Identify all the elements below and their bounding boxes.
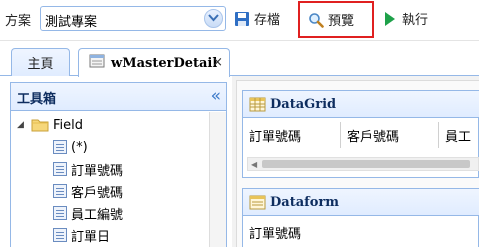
folder-icon (31, 118, 49, 132)
datagrid-title: DataGrid (270, 96, 337, 112)
tree-item[interactable]: 訂單日 (53, 224, 110, 246)
toolbox-title: 工具箱 (17, 92, 57, 107)
tree-root-label: Field (53, 117, 84, 133)
datagrid-header: DataGrid (243, 91, 479, 118)
tree-item[interactable]: (*) (53, 136, 88, 158)
datagrid-component[interactable]: DataGrid 訂單號碼 客戶號碼 員工 ◀ (242, 90, 479, 178)
tab-bar (0, 41, 479, 76)
tree-item-label: (*) (71, 139, 88, 155)
field-item-icon (53, 184, 67, 198)
double-chevron-left-icon[interactable]: « (211, 86, 222, 106)
tree-item[interactable]: 客戶號碼 (53, 180, 123, 202)
scheme-select[interactable]: 測試專案 (40, 6, 226, 31)
grid-column-header[interactable]: 員工 (439, 122, 479, 148)
top-toolbar: 方案 測試專案 存檔 預覽 執行 (0, 0, 479, 40)
scheme-select-value: 測試專案 (45, 15, 98, 30)
preview-button[interactable]: 預覽 (298, 1, 374, 38)
preview-label: 預覽 (328, 14, 355, 29)
scroll-thumb[interactable] (262, 160, 470, 168)
chevron-down-icon[interactable] (204, 9, 223, 28)
tree-item-label: 訂單號碼 (71, 163, 124, 179)
tree-node-field[interactable]: ◢ Field (17, 114, 83, 136)
tab-wmasterdetail[interactable]: wMasterDetail × (78, 48, 230, 77)
scroll-left-arrow-icon[interactable]: ◀ (251, 158, 257, 171)
save-icon (234, 11, 250, 27)
dataform-title: Dataform (270, 194, 339, 210)
tab-home[interactable]: 主頁 (11, 48, 70, 76)
toolbox-panel: 工具箱 « ◢ Field (*) 訂單號碼 客戶號碼 員工編號 訂單日 (10, 82, 227, 247)
close-icon[interactable]: × (212, 55, 223, 70)
scheme-label: 方案 (5, 14, 32, 29)
play-icon (382, 11, 398, 27)
tree-item[interactable]: 訂單號碼 (53, 158, 123, 180)
grid-column-header[interactable]: 訂單號碼 (243, 122, 341, 148)
field-item-icon (53, 228, 67, 242)
dataform-field-label: 訂單號碼 (249, 227, 302, 242)
tree-item-label: 員工編號 (71, 207, 124, 223)
grid-column-label: 客戶號碼 (347, 129, 400, 145)
dataform-icon (249, 194, 266, 211)
field-item-icon (53, 162, 67, 176)
tree-item-label: 訂單日 (71, 229, 111, 245)
save-label: 存檔 (254, 13, 281, 28)
dataform-component[interactable]: Dataform 訂單號碼 (242, 188, 479, 247)
datagrid-icon (249, 96, 266, 113)
toolbox-tree: ◢ Field (*) 訂單號碼 客戶號碼 員工編號 訂單日 (11, 112, 211, 247)
grid-column-header[interactable]: 客戶號碼 (341, 122, 439, 148)
toolbox-scrollbar[interactable] (209, 112, 226, 247)
field-item-icon (53, 140, 67, 154)
magnifier-icon (308, 12, 324, 28)
execute-label: 執行 (402, 13, 429, 28)
grid-horizontal-scrollbar[interactable]: ◀ (247, 157, 479, 171)
save-button[interactable]: 存檔 (234, 6, 280, 31)
tab-home-label: 主頁 (27, 57, 54, 72)
toolbox-header: 工具箱 « (11, 83, 226, 111)
execute-button[interactable]: 執行 (382, 6, 428, 31)
tree-collapse-toggle-icon[interactable]: ◢ (17, 120, 27, 130)
grid-column-label: 訂單號碼 (249, 129, 302, 145)
tree-item-label: 客戶號碼 (71, 185, 124, 201)
field-item-icon (53, 206, 67, 220)
grid-column-label: 員工 (445, 129, 472, 145)
dataform-header: Dataform (243, 189, 479, 216)
form-icon (89, 53, 105, 73)
tree-item[interactable]: 員工編號 (53, 202, 123, 224)
tab-active-label: wMasterDetail (111, 55, 218, 71)
